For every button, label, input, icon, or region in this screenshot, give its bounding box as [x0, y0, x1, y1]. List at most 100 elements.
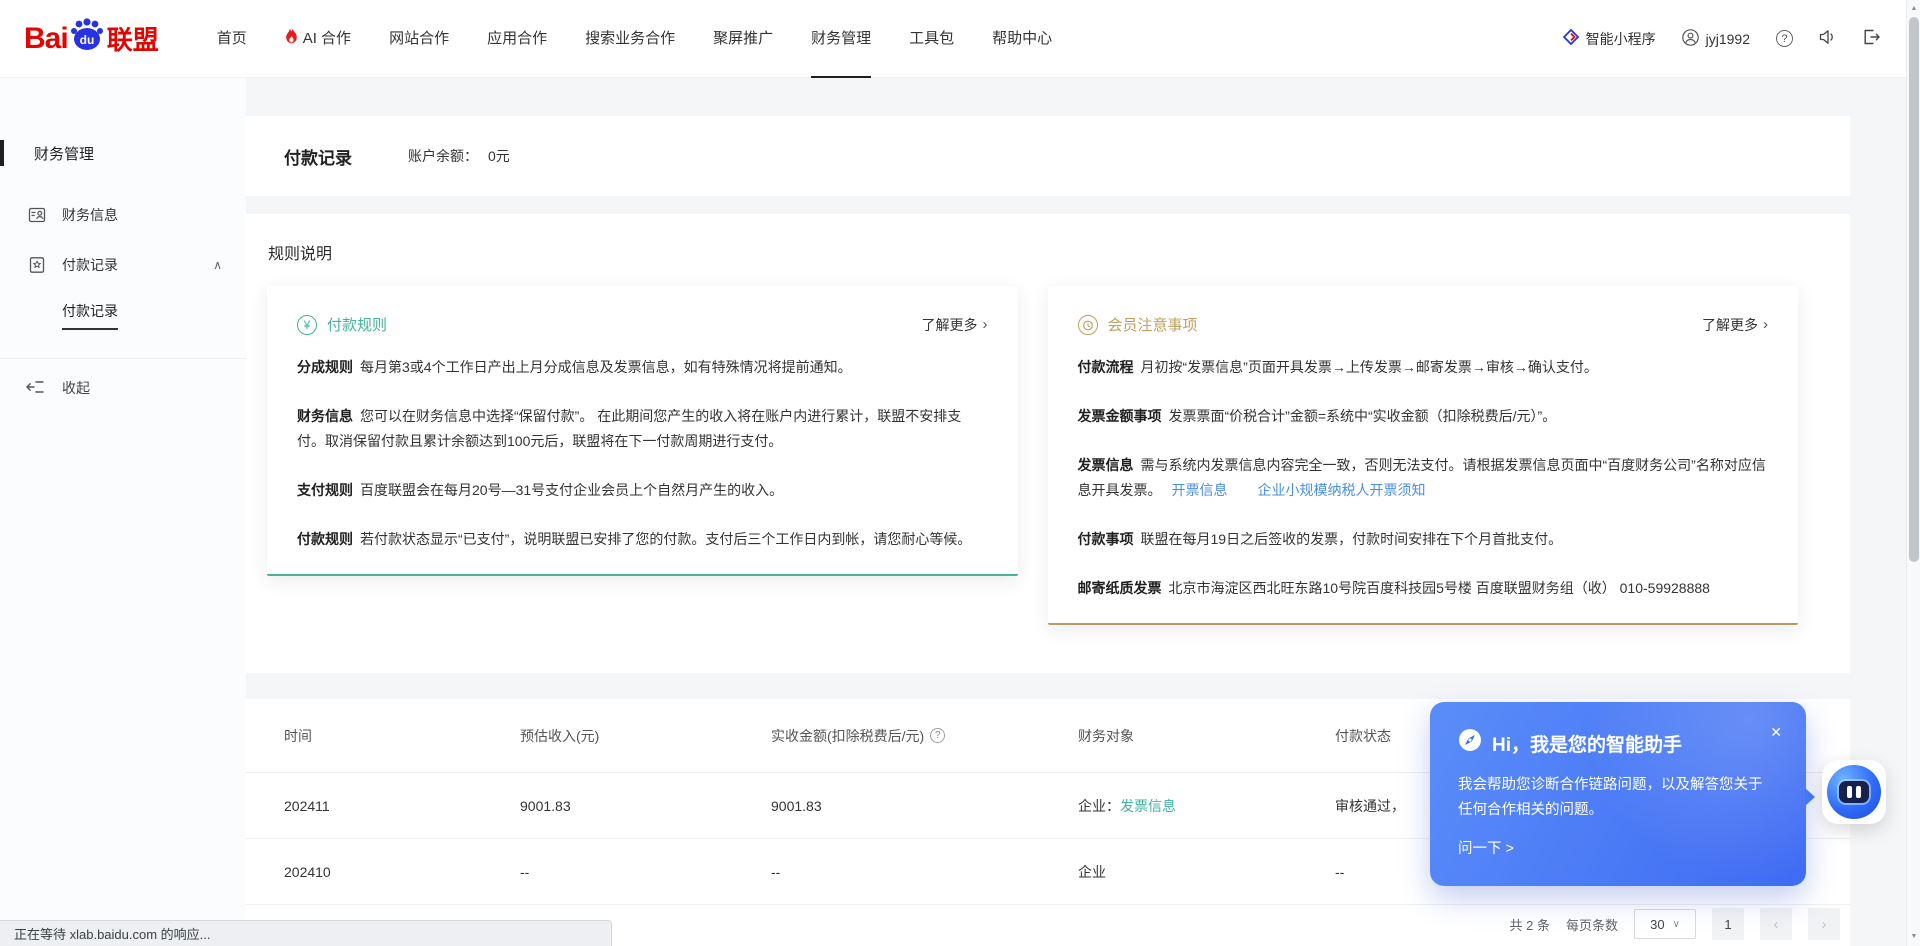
ask-now-link[interactable]: 问一下 >	[1458, 837, 1514, 858]
payment-rules-card: ¥ 付款规则 了解更多 › 分成规则每月第3或4个工作日产出上月分成信息及发票信…	[267, 286, 1018, 576]
rule-paragraph: 付款事项联盟在每月19日之后签收的发票，付款时间安排在下个月首批支付。	[1078, 527, 1769, 552]
vertical-scrollbar[interactable]: ▲ ▼	[1906, 0, 1920, 946]
rule-paragraph: 财务信息您可以在财务信息中选择“保留付款”。 在此期间您产生的收入将在账户内进行…	[297, 404, 988, 454]
balance-value: 0元	[488, 146, 510, 166]
user-account[interactable]: jyj1992	[1682, 29, 1750, 49]
user-icon	[1682, 29, 1699, 49]
cell-time: 202410	[284, 864, 520, 880]
invoice-info-link[interactable]: 开票信息	[1172, 482, 1228, 498]
nav-finance-management[interactable]: 财务管理	[811, 0, 871, 78]
pagination-total: 共 2 条	[1510, 915, 1550, 934]
nav-app-cooperation[interactable]: 应用合作	[487, 0, 547, 78]
popup-arrow	[1805, 788, 1815, 806]
smart-miniprogram-entry[interactable]: 智能小程序	[1563, 29, 1656, 49]
close-icon[interactable]: ✕	[1770, 724, 1782, 741]
per-page-select[interactable]: 30 ∨	[1634, 909, 1696, 939]
scroll-down-button[interactable]: ▼	[1907, 929, 1920, 944]
payment-rules-title: 付款规则	[327, 314, 387, 335]
member-notice-card-header: 会员注意事项 了解更多 ›	[1078, 314, 1769, 335]
scrollbar-thumb[interactable]	[1909, 17, 1919, 562]
nav-help-center[interactable]: 帮助中心	[992, 0, 1052, 78]
per-page-label: 每页条数	[1566, 915, 1618, 934]
rule-paragraph: 付款规则若付款状态显示“已支付”，说明联盟已安排了您的付款。支付后三个工作日内到…	[297, 527, 988, 552]
payment-rules-coin-icon: ¥	[297, 315, 317, 335]
member-notice-learn-more[interactable]: 了解更多 ›	[1702, 315, 1768, 335]
robot-face-icon	[1827, 765, 1881, 819]
cell-estimated: --	[520, 864, 771, 880]
rule-paragraph: 发票金额事项发票票面“价税合计”金额=系统中“实收金额（扣除税费后/元）”。	[1078, 404, 1769, 429]
payment-record-icon	[28, 256, 46, 274]
chevron-right-icon: ›	[983, 316, 988, 333]
sidebar-collapse-button[interactable]: 收起	[0, 359, 246, 417]
nav-screen-promotion[interactable]: 聚屏推广	[713, 0, 773, 78]
top-navbar: Bai du 联盟 首页 AI 合作 网站合作 应用合作 搜索业务合作 聚屏推广	[0, 0, 1920, 78]
sound-icon[interactable]	[1819, 29, 1837, 48]
next-page-button[interactable]: ›	[1808, 908, 1840, 940]
rule-paragraph: 分成规则每月第3或4个工作日产出上月分成信息及发票信息，如有特殊情况将提前通知。	[297, 355, 988, 380]
nav-toolkit[interactable]: 工具包	[909, 0, 954, 78]
nav-home[interactable]: 首页	[217, 0, 247, 78]
logo-text-union: 联盟	[107, 20, 159, 57]
cell-time: 202411	[284, 798, 520, 814]
assistant-popup-header: Hi，我是您的智能助手	[1458, 728, 1778, 758]
assistant-robot-avatar[interactable]	[1822, 760, 1886, 824]
rule-paragraph: 付款流程月初按“发票信息”页面开具发票→上传发票→邮寄发票→审核→确认支付。	[1078, 355, 1769, 380]
prev-page-button[interactable]: ‹	[1760, 908, 1792, 940]
assistant-popup-body: 我会帮助您诊断合作链路问题，以及解答您关于任何合作相关的问题。	[1458, 773, 1773, 824]
small-taxpayer-notice-link[interactable]: 企业小规模纳税人开票须知	[1258, 482, 1426, 498]
baidu-paw-icon: du	[69, 17, 105, 56]
member-notice-bell-icon	[1078, 315, 1098, 335]
member-notice-title: 会员注意事项	[1108, 314, 1198, 335]
invoice-info-cell-link[interactable]: 发票信息	[1120, 798, 1176, 814]
logout-icon[interactable]	[1863, 29, 1880, 48]
page-header-panel: 付款记录 账户余额： 0元	[246, 116, 1850, 196]
flame-icon	[285, 28, 298, 48]
cell-received: --	[771, 864, 1078, 880]
cell-finance-object: 企业	[1078, 862, 1335, 882]
sidebar: 财务管理 财务信息 付款记录 ∧ 付款记录 收起	[0, 78, 246, 946]
cell-received: 9001.83	[771, 798, 1078, 814]
rule-paragraph: 发票信息需与系统内发票信息内容完全一致，否则无法支付。请根据发票信息页面中“百度…	[1078, 453, 1769, 503]
main-nav: 首页 AI 合作 网站合作 应用合作 搜索业务合作 聚屏推广 财务管理 工具包 …	[217, 0, 1052, 78]
rules-panel: 规则说明 ¥ 付款规则 了解更多 › 分成规则每月第3或4个工作日产出上月分成信…	[246, 214, 1850, 673]
sidebar-subitem-payment-record[interactable]: 付款记录	[0, 290, 246, 340]
nav-ai-cooperation[interactable]: AI 合作	[285, 0, 351, 78]
rule-paragraph: 支付规则百度联盟会在每月20号—31号支付企业会员上个自然月产生的收入。	[297, 478, 988, 503]
finance-info-icon	[28, 206, 46, 224]
assistant-popup-title: Hi，我是您的智能助手	[1492, 730, 1682, 757]
nav-search-business[interactable]: 搜索业务合作	[585, 0, 675, 78]
page-title: 付款记录	[284, 144, 352, 169]
col-header-received-amount: 实收金额(扣除税费后/元) ?	[771, 726, 1078, 746]
col-header-finance-object: 财务对象	[1078, 726, 1335, 746]
chevron-right-icon: ›	[1763, 316, 1768, 333]
dropdown-arrow-icon: ∨	[1673, 919, 1680, 930]
member-notice-card: 会员注意事项 了解更多 › 付款流程月初按“发票信息”页面开具发票→上传发票→邮…	[1048, 286, 1799, 625]
svg-text:du: du	[79, 33, 94, 47]
scroll-up-button[interactable]: ▲	[1907, 1, 1920, 16]
rules-section-title: 规则说明	[268, 240, 1798, 264]
col-header-time: 时间	[284, 726, 520, 746]
logo-text-bai: Bai	[24, 22, 68, 56]
received-amount-help-icon[interactable]: ?	[930, 728, 945, 743]
cell-estimated: 9001.83	[520, 798, 771, 814]
sidebar-item-payment-record[interactable]: 付款记录 ∧	[0, 240, 246, 290]
assistant-popup: Hi，我是您的智能助手 ✕ 我会帮助您诊断合作链路问题，以及解答您关于任何合作相…	[1430, 702, 1806, 886]
balance-label: 账户余额：	[408, 146, 478, 166]
rule-paragraph: 邮寄纸质发票北京市海淀区西北旺东路10号院百度科技园5号楼 百度联盟财务组（收）…	[1078, 576, 1769, 601]
pagination: 共 2 条 每页条数 30 ∨ 1 ‹ ›	[1510, 908, 1840, 940]
rules-cards: ¥ 付款规则 了解更多 › 分成规则每月第3或4个工作日产出上月分成信息及发票信…	[267, 286, 1798, 625]
miniprogram-diamond-icon	[1563, 29, 1579, 48]
page-number-button[interactable]: 1	[1712, 908, 1744, 940]
chevron-up-icon[interactable]: ∧	[213, 258, 222, 272]
sidebar-item-finance-info[interactable]: 财务信息	[0, 190, 246, 240]
baidu-union-logo[interactable]: Bai du 联盟	[24, 19, 159, 58]
collapse-arrow-icon	[26, 379, 44, 397]
col-header-estimated-income: 预估收入(元)	[520, 726, 771, 746]
browser-status-bar: 正在等待 xlab.baidu.com 的响应...	[0, 920, 612, 946]
assistant-compass-icon	[1458, 728, 1482, 758]
cell-finance-object: 企业：发票信息	[1078, 796, 1335, 816]
nav-website-cooperation[interactable]: 网站合作	[389, 0, 449, 78]
help-icon[interactable]: ?	[1776, 30, 1793, 47]
topnav-right-tools: 智能小程序 jyj1992 ?	[1563, 29, 1880, 49]
payment-rules-learn-more[interactable]: 了解更多 ›	[922, 315, 988, 335]
